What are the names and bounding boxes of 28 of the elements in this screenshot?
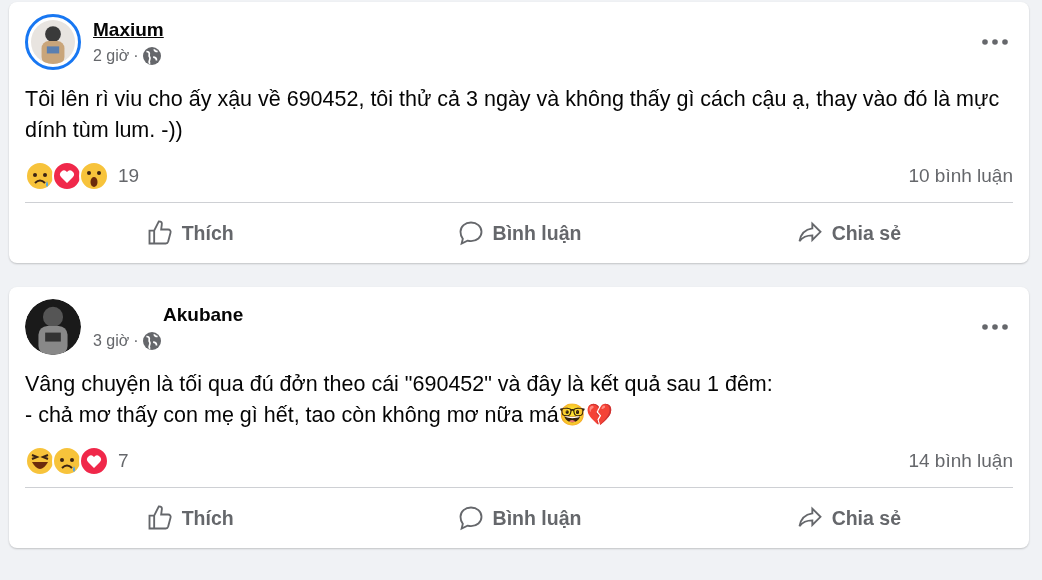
globe-icon <box>142 332 161 350</box>
author-name[interactable]: Akubane <box>163 304 244 326</box>
post-time[interactable]: 3 giờ <box>93 332 130 350</box>
post-time[interactable]: 2 giờ <box>93 47 130 65</box>
more-icon <box>981 323 1009 331</box>
post-text: Tôi lên rì viu cho ấy xậu về 690452, tôi thử cả 3 ngày và không thấy gì cách cậu ạ, thay vào đó là mực dính tùm lum. -)) <box>25 86 1001 144</box>
action-button[interactable]: Bình luận <box>354 203 684 263</box>
separator-dot: · <box>133 47 139 65</box>
separator-dot: · <box>133 332 139 350</box>
action-button[interactable]: Chia sẻ <box>683 488 1013 548</box>
love-reaction-icon <box>79 446 109 476</box>
more-icon <box>981 38 1009 46</box>
reaction-count[interactable]: 19 <box>118 165 909 187</box>
author-name[interactable]: Maxium <box>93 19 164 41</box>
post-text: Vâng chuyện là tối qua đú đởn theo cái "690452" và đây là kết quả sau 1 đêm: - chả mơ thấy con mẹ gì hết, tao còn không mơ nữa má🤓💔 <box>25 371 774 429</box>
love-reaction-icon <box>52 161 82 191</box>
comment-count[interactable]: 14 bình luận <box>908 450 1013 472</box>
sad-reaction-icon <box>52 446 82 476</box>
sad-reaction-icon <box>25 161 55 191</box>
comment-count[interactable]: 10 bình luận <box>908 165 1013 187</box>
action-button[interactable]: Thích <box>25 488 355 548</box>
action-button[interactable]: Chia sẻ <box>683 203 1013 263</box>
reaction-count[interactable]: 7 <box>118 450 909 472</box>
globe-icon <box>142 47 161 65</box>
action-button[interactable]: Bình luận <box>354 488 684 548</box>
haha-reaction-icon <box>25 446 55 476</box>
action-button[interactable]: Thích <box>25 203 355 263</box>
wow-reaction-icon <box>79 161 109 191</box>
